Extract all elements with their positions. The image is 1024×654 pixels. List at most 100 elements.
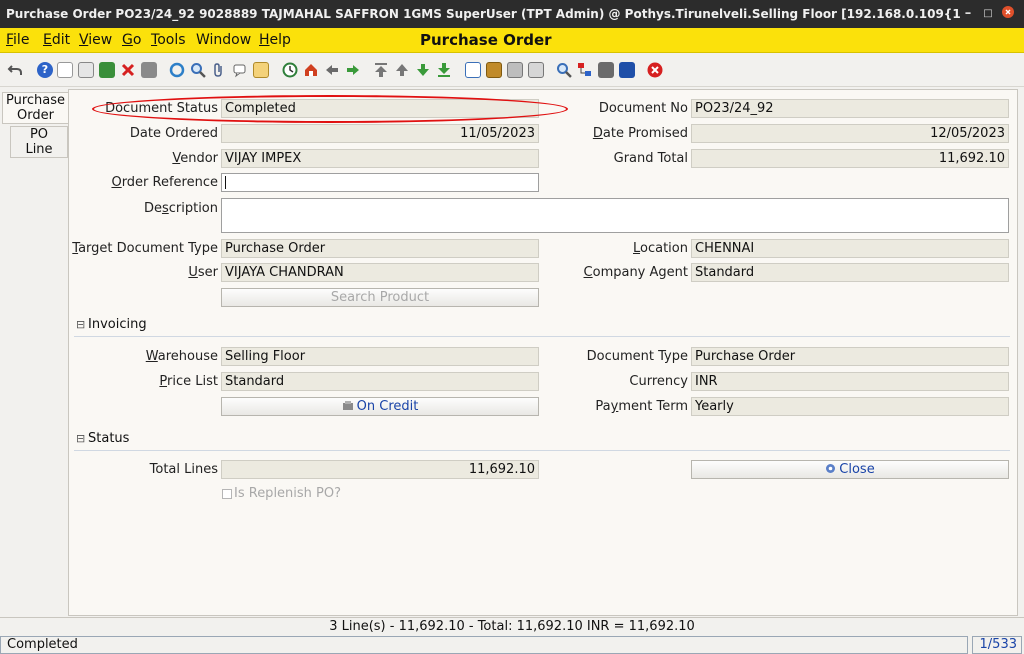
menu-view[interactable]: View: [79, 32, 112, 48]
menu-window[interactable]: Window: [196, 32, 251, 48]
price-list-field[interactable]: Standard: [221, 372, 539, 391]
status-section-header[interactable]: ⊟ Status: [74, 429, 1010, 451]
currency-field[interactable]: INR: [691, 372, 1009, 391]
product-info-icon[interactable]: [619, 62, 635, 78]
user-field[interactable]: VIJAYA CHANDRAN: [221, 263, 539, 282]
minimize-button[interactable]: –: [958, 0, 978, 28]
payment-rule-button[interactable]: On Credit: [221, 397, 539, 416]
location-label: Location: [633, 241, 688, 256]
delete-selection-icon[interactable]: [120, 62, 136, 78]
payment-icon: [342, 401, 353, 410]
close-window-icon[interactable]: [647, 62, 663, 78]
document-type-field[interactable]: Purchase Order: [691, 347, 1009, 366]
order-reference-input[interactable]: [221, 173, 539, 192]
payment-rule-label: On Credit: [356, 399, 419, 414]
copy-icon[interactable]: [78, 62, 94, 78]
toolbar: ?: [0, 54, 1024, 87]
date-ordered-field[interactable]: 11/05/2023: [221, 124, 539, 143]
vendor-label: Vendor: [172, 151, 218, 166]
close-document-label: Close: [839, 462, 875, 477]
tab-po-line-label-line1: PO: [29, 127, 49, 142]
vendor-field[interactable]: VIJAY IMPEX: [221, 149, 539, 168]
attachment-icon[interactable]: [211, 62, 227, 78]
multi-view-icon[interactable]: [253, 62, 269, 78]
warehouse-field[interactable]: Selling Floor: [221, 347, 539, 366]
currency-label: Currency: [629, 374, 688, 389]
document-type-label: Document Type: [586, 349, 688, 364]
print-icon[interactable]: [528, 62, 544, 78]
tab-purchase-order-label-line1: Purchase: [5, 93, 66, 108]
warehouse-label: Warehouse: [145, 349, 218, 364]
document-no-field[interactable]: PO23/24_92: [691, 99, 1009, 118]
find-icon[interactable]: [190, 62, 206, 78]
print-preview-icon[interactable]: [507, 62, 523, 78]
target-document-type-field[interactable]: Purchase Order: [221, 239, 539, 258]
previous-record-icon[interactable]: [394, 62, 410, 78]
invoicing-section-label: Invoicing: [88, 317, 147, 332]
forward-icon[interactable]: [345, 62, 361, 78]
close-window-button[interactable]: [998, 0, 1018, 28]
next-record-icon[interactable]: [415, 62, 431, 78]
gear-icon: [826, 464, 836, 473]
text-cursor: [225, 176, 226, 189]
active-workflows-icon[interactable]: [577, 62, 593, 78]
archive-icon[interactable]: [486, 62, 502, 78]
status-section-label: Status: [88, 431, 130, 446]
date-ordered-label: Date Ordered: [129, 126, 218, 141]
menu-bar: File Edit View Go Tools Window Help Purc…: [0, 28, 1024, 53]
collapse-icon: ⊟: [76, 318, 86, 331]
payment-term-field[interactable]: Yearly: [691, 397, 1009, 416]
location-field[interactable]: CHENNAI: [691, 239, 1009, 258]
chat-icon[interactable]: [232, 62, 248, 78]
grand-total-field[interactable]: 11,692.10: [691, 149, 1009, 168]
company-agent-field[interactable]: Standard: [691, 263, 1009, 282]
help-icon[interactable]: ?: [37, 62, 53, 78]
status-message: Completed: [0, 636, 968, 654]
date-promised-field[interactable]: 12/05/2023: [691, 124, 1009, 143]
description-input[interactable]: [221, 198, 1009, 233]
date-promised-label: Date Promised: [592, 126, 688, 141]
record-count[interactable]: 1/533: [972, 636, 1022, 654]
is-replenish-po-checkbox[interactable]: [222, 489, 232, 499]
is-replenish-po-label: Is Replenish PO?: [234, 486, 342, 501]
window-titlebar: Purchase Order PO23/24_92 9028889 TAJMAH…: [0, 0, 1024, 28]
first-record-icon[interactable]: [373, 62, 389, 78]
new-icon[interactable]: [57, 62, 73, 78]
summary-bar: 3 Line(s) - 11,692.10 - Total: 11,692.10…: [0, 617, 1024, 635]
menu-edit[interactable]: Edit: [43, 32, 70, 48]
tab-purchase-order[interactable]: Purchase Order: [2, 92, 68, 124]
status-bar: Completed 1/533: [0, 636, 1024, 654]
invoicing-section-header[interactable]: ⊟ Invoicing: [74, 315, 1010, 337]
price-list-label: Price List: [159, 374, 218, 389]
annotation-highlight: [92, 95, 568, 123]
maximize-button[interactable]: □: [978, 0, 998, 28]
save-icon[interactable]: [141, 62, 157, 78]
close-icon: [1002, 6, 1014, 18]
user-label: User: [188, 265, 218, 280]
search-product-button[interactable]: Search Product: [221, 288, 539, 307]
document-no-label: Document No: [598, 101, 688, 116]
total-lines-label: Total Lines: [149, 462, 218, 477]
delete-icon[interactable]: [99, 62, 115, 78]
refresh-icon[interactable]: [169, 62, 185, 78]
tab-po-line-label-line2: Line: [25, 142, 53, 157]
home-icon[interactable]: [303, 62, 319, 78]
menu-file[interactable]: File: [6, 32, 29, 48]
last-record-icon[interactable]: [436, 62, 452, 78]
payment-term-label: Payment Term: [595, 399, 688, 414]
tab-po-line[interactable]: PO Line: [10, 126, 68, 158]
report-icon[interactable]: [465, 62, 481, 78]
collapse-icon: ⊟: [76, 432, 86, 445]
menu-help[interactable]: Help: [259, 32, 291, 48]
target-document-type-label: Target Document Type: [72, 241, 218, 256]
total-lines-field[interactable]: 11,692.10: [221, 460, 539, 479]
tab-purchase-order-label-line2: Order: [17, 108, 54, 123]
undo-icon[interactable]: [7, 62, 23, 78]
close-document-button[interactable]: Close: [691, 460, 1009, 479]
zoom-across-icon[interactable]: [556, 62, 572, 78]
request-icon[interactable]: [598, 62, 614, 78]
menu-go[interactable]: Go: [122, 32, 141, 48]
history-icon[interactable]: [282, 62, 298, 78]
back-icon[interactable]: [324, 62, 340, 78]
menu-tools[interactable]: Tools: [151, 32, 186, 48]
